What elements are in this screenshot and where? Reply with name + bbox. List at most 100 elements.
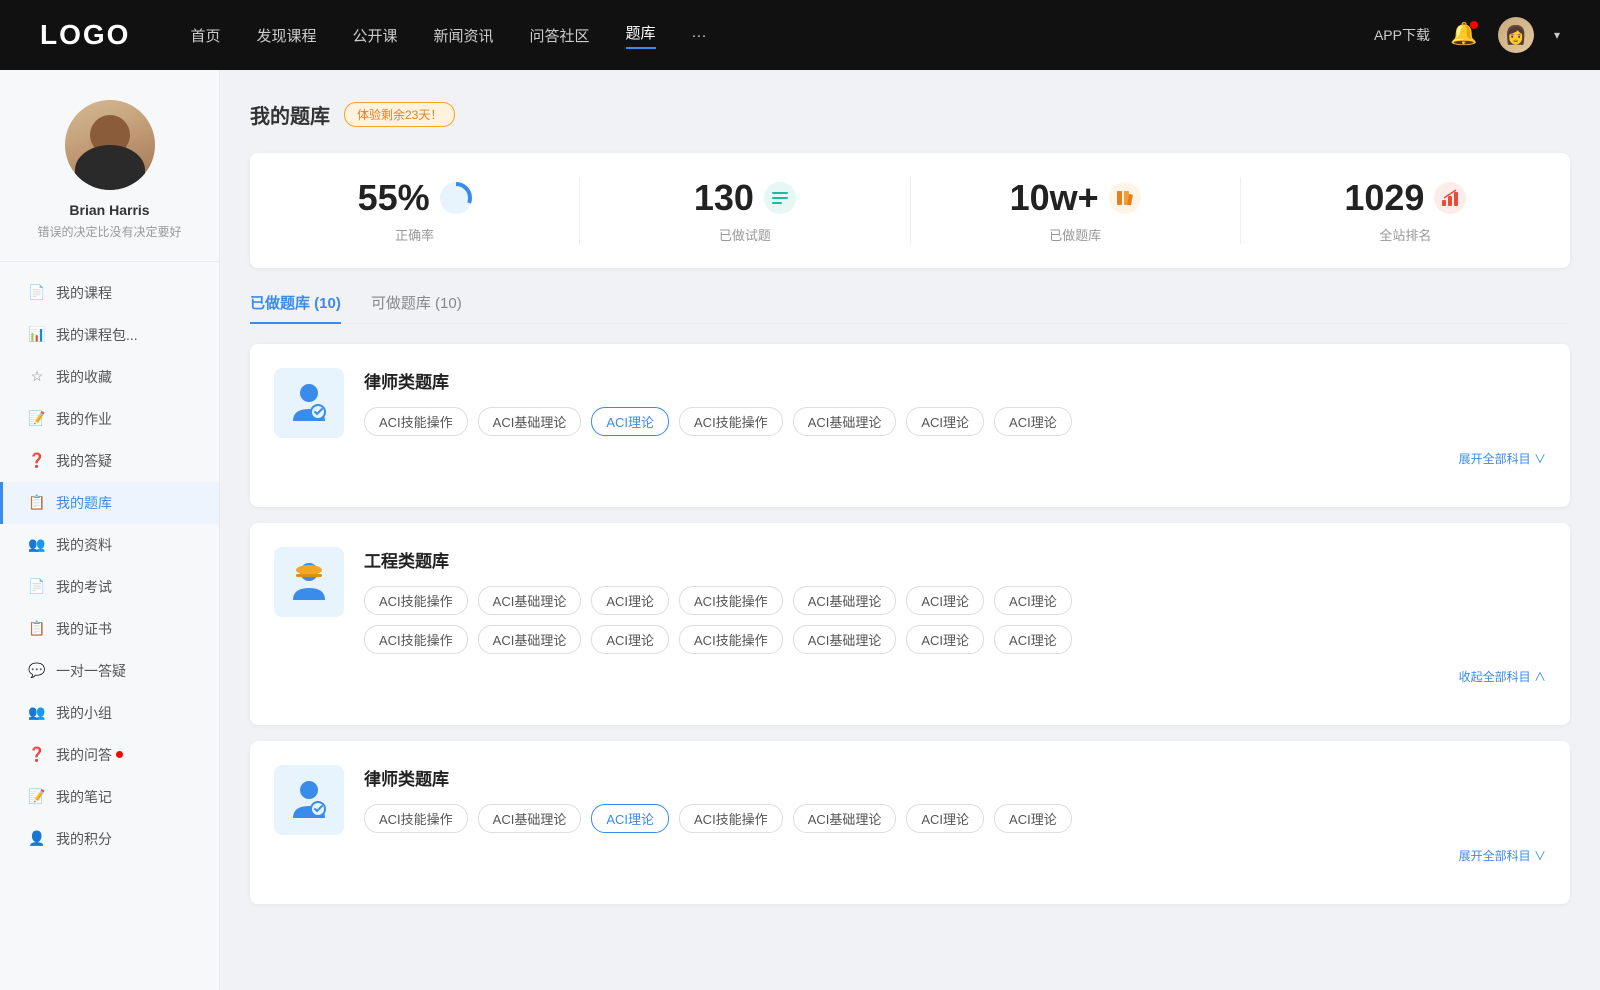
tag[interactable]: ACI理论 <box>994 586 1072 615</box>
sidebar-label-question-bank: 我的题库 <box>56 493 112 513</box>
stat-ranking-value-row: 1029 <box>1261 177 1550 219</box>
qbank-card-1-header: 律师类题库 ACI技能操作 ACI基础理论 ACI理论 ACI技能操作 ACI基… <box>274 368 1546 467</box>
nav-open-course[interactable]: 公开课 <box>352 25 397 46</box>
main-content: 我的题库 体验剩余23天！ 55% 正确率 13 <box>220 70 1600 990</box>
my-questions-icon: ❓ <box>28 746 46 764</box>
nav-news[interactable]: 新闻资讯 <box>434 25 494 46</box>
sidebar-item-certificates[interactable]: 📋 我的证书 <box>0 608 219 650</box>
stat-done-banks-value: 10w+ <box>1010 177 1099 219</box>
tag[interactable]: ACI理论 <box>906 804 984 833</box>
sidebar-item-favorites[interactable]: ☆ 我的收藏 <box>0 356 219 398</box>
tag[interactable]: ACI技能操作 <box>679 804 783 833</box>
qbank-card-2: 工程类题库 ACI技能操作 ACI基础理论 ACI理论 ACI技能操作 ACI基… <box>250 523 1570 725</box>
expand-btn-3[interactable]: 展开全部科目 ∨ <box>1459 847 1546 864</box>
favorites-icon: ☆ <box>28 368 46 386</box>
points-icon: 👤 <box>28 830 46 848</box>
avatar-chevron-icon[interactable]: ▾ <box>1554 28 1560 42</box>
sidebar-item-notes[interactable]: 📝 我的笔记 <box>0 776 219 818</box>
stat-done-questions: 130 已做试题 <box>580 177 910 244</box>
tab-done-banks[interactable]: 已做题库 (10) <box>250 292 341 323</box>
tag[interactable]: ACI理论 <box>591 625 669 654</box>
books-icon <box>1115 188 1135 208</box>
nav-home[interactable]: 首页 <box>190 25 220 46</box>
packages-icon: 📊 <box>28 326 46 344</box>
qbank-card-3-icon-wrap[interactable] <box>274 765 344 835</box>
tag[interactable]: ACI技能操作 <box>364 804 468 833</box>
sidebar-item-exams[interactable]: 📄 我的考试 <box>0 566 219 608</box>
tag[interactable]: ACI基础理论 <box>478 625 582 654</box>
ranking-chart-icon <box>1440 188 1460 208</box>
sidebar-label-my-courses: 我的课程 <box>56 283 112 303</box>
tab-available-banks[interactable]: 可做题库 (10) <box>371 292 462 323</box>
tag[interactable]: ACI基础理论 <box>478 586 582 615</box>
sidebar-item-course-packages[interactable]: 📊 我的课程包... <box>0 314 219 356</box>
qbank-card-2-header: 工程类题库 ACI技能操作 ACI基础理论 ACI理论 ACI技能操作 ACI基… <box>274 547 1546 685</box>
tag[interactable]: ACI基础理论 <box>478 804 582 833</box>
main-nav: 首页 发现课程 公开课 新闻资讯 问答社区 题库 ··· <box>190 22 1374 49</box>
groups-icon: 👥 <box>28 704 46 722</box>
tag[interactable]: ACI技能操作 <box>364 625 468 654</box>
sidebar-item-groups[interactable]: 👥 我的小组 <box>0 692 219 734</box>
notification-bell[interactable]: 🔔 <box>1450 21 1478 49</box>
tag[interactable]: ACI理论 <box>906 407 984 436</box>
sidebar-item-homework[interactable]: 📝 我的作业 <box>0 398 219 440</box>
my-questions-badge <box>116 751 123 758</box>
nav-qa[interactable]: 问答社区 <box>530 25 590 46</box>
qbank-card-1-title: 律师类题库 <box>364 368 1546 393</box>
qbank-card-1-icon-wrap[interactable] <box>274 368 344 438</box>
tag[interactable]: ACI理论 <box>906 586 984 615</box>
tag[interactable]: ACI技能操作 <box>364 586 468 615</box>
tag[interactable]: ACI基础理论 <box>478 407 582 436</box>
collapse-btn-2[interactable]: 收起全部科目 ∧ <box>1459 668 1546 685</box>
profile-avatar[interactable] <box>65 100 155 190</box>
sidebar-item-points[interactable]: 👤 我的积分 <box>0 818 219 860</box>
header-right: APP下载 🔔 👩 ▾ <box>1374 17 1560 53</box>
qbank-card-1: 律师类题库 ACI技能操作 ACI基础理论 ACI理论 ACI技能操作 ACI基… <box>250 344 1570 507</box>
tag[interactable]: ACI技能操作 <box>679 407 783 436</box>
tag[interactable]: ACI理论 <box>994 625 1072 654</box>
logo[interactable]: LOGO <box>40 19 130 51</box>
nav-question-bank[interactable]: 题库 <box>626 22 656 49</box>
stats-row: 55% 正确率 130 <box>250 153 1570 268</box>
nav-discover[interactable]: 发现课程 <box>256 25 316 46</box>
sidebar-item-questions[interactable]: ❓ 我的答疑 <box>0 440 219 482</box>
expand-btn-1[interactable]: 展开全部科目 ∨ <box>1459 450 1546 467</box>
qbank-card-3-tags: ACI技能操作 ACI基础理论 ACI理论 ACI技能操作 ACI基础理论 AC… <box>364 804 1546 833</box>
page-title: 我的题库 <box>250 100 330 129</box>
tag[interactable]: ACI理论 <box>906 625 984 654</box>
sidebar-item-profile[interactable]: 👥 我的资料 <box>0 524 219 566</box>
app-download-btn[interactable]: APP下载 <box>1374 25 1430 45</box>
lawyer-icon <box>285 379 333 427</box>
stat-accuracy-icon <box>440 182 472 214</box>
tag[interactable]: ACI理论 <box>994 804 1072 833</box>
tag[interactable]: ACI基础理论 <box>793 407 897 436</box>
tag[interactable]: ACI基础理论 <box>793 804 897 833</box>
sidebar-item-question-bank[interactable]: 📋 我的题库 <box>0 482 219 524</box>
tag-active[interactable]: ACI理论 <box>591 407 669 436</box>
tag[interactable]: ACI基础理论 <box>793 625 897 654</box>
sidebar-item-my-questions[interactable]: ❓ 我的问答 <box>0 734 219 776</box>
tag-active[interactable]: ACI理论 <box>591 804 669 833</box>
stat-accuracy-label: 正确率 <box>270 225 559 244</box>
tag[interactable]: ACI理论 <box>591 586 669 615</box>
nav-more[interactable]: ··· <box>692 27 707 44</box>
tag[interactable]: ACI技能操作 <box>679 625 783 654</box>
tag[interactable]: ACI理论 <box>994 407 1072 436</box>
tag[interactable]: ACI技能操作 <box>679 586 783 615</box>
exams-icon: 📄 <box>28 578 46 596</box>
sidebar-label-certificates: 我的证书 <box>56 619 112 639</box>
avatar[interactable]: 👩 <box>1498 17 1534 53</box>
expand-row-3: 展开全部科目 ∨ <box>364 843 1546 864</box>
expand-row-1: 展开全部科目 ∨ <box>364 446 1546 467</box>
sidebar-item-my-courses[interactable]: 📄 我的课程 <box>0 272 219 314</box>
page-header: 我的题库 体验剩余23天！ <box>250 100 1570 129</box>
sidebar-label-groups: 我的小组 <box>56 703 112 723</box>
sidebar-label-notes: 我的笔记 <box>56 787 112 807</box>
qbank-card-2-icon-wrap[interactable] <box>274 547 344 617</box>
sidebar-item-one-on-one[interactable]: 💬 一对一答疑 <box>0 650 219 692</box>
tag[interactable]: ACI技能操作 <box>364 407 468 436</box>
qbank-card-2-title: 工程类题库 <box>364 547 1546 572</box>
tabs-row: 已做题库 (10) 可做题库 (10) <box>250 292 1570 324</box>
tag[interactable]: ACI基础理论 <box>793 586 897 615</box>
sidebar-label-exams: 我的考试 <box>56 577 112 597</box>
